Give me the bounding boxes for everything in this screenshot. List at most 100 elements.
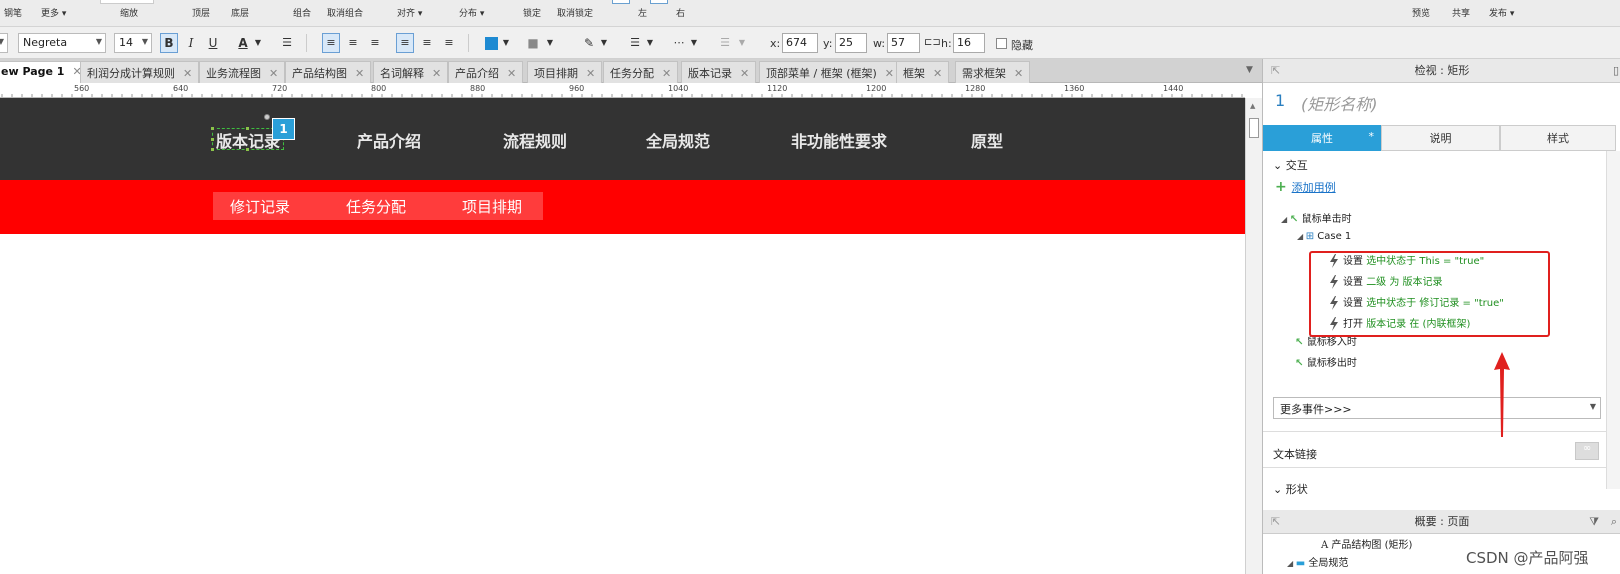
link-icon[interactable]: ∞ — [1575, 442, 1599, 460]
bring-to-front-button[interactable]: 顶层 — [192, 6, 210, 19]
sub-item-revision-log[interactable]: 修订记录 — [230, 196, 290, 217]
align-right-icon[interactable]: ≡ — [366, 33, 384, 53]
chevron-down-icon[interactable]: ▼ — [598, 33, 610, 53]
close-icon[interactable]: ✕ — [740, 67, 749, 80]
unlock-button[interactable]: 取消锁定 — [557, 6, 593, 19]
nav-item-product-intro[interactable]: 产品介绍 — [357, 128, 421, 152]
chevron-down-icon[interactable]: ▼ — [252, 33, 264, 53]
tab-style[interactable]: 样式 — [1500, 125, 1616, 151]
arrow-style-icon[interactable]: ☰ — [716, 33, 734, 53]
align-left-icon[interactable]: ≡ — [322, 33, 340, 53]
tab-properties[interactable]: 属性 * — [1263, 125, 1381, 151]
right-button[interactable]: 右 — [676, 6, 685, 19]
page-tab[interactable]: 框架 ✕ — [896, 61, 950, 83]
nav-item-prototype[interactable]: 原型 — [971, 128, 1003, 152]
style-select[interactable]: ▼ — [0, 33, 8, 53]
fill-color-button[interactable] — [482, 33, 500, 53]
more-menu-button[interactable]: 更多 ▾ — [41, 6, 66, 19]
valign-bottom-icon[interactable]: ≡ — [440, 33, 458, 53]
close-icon[interactable]: ✕ — [586, 67, 595, 80]
tab-overflow-chevron-icon[interactable]: ▼ — [1246, 65, 1253, 75]
zoom-box[interactable] — [100, 0, 154, 4]
more-events-select[interactable]: 更多事件>>> ▼ — [1273, 397, 1601, 419]
collapse-icon[interactable]: ⇱ — [1271, 510, 1280, 534]
preview-button[interactable]: 预览 — [1412, 6, 1430, 19]
scroll-up-icon[interactable]: ▲ — [1250, 102, 1255, 110]
align-center-icon[interactable]: ≡ — [344, 33, 362, 53]
chevron-down-icon[interactable]: ▼ — [500, 33, 512, 53]
rotate-handle[interactable] — [264, 114, 270, 120]
close-icon[interactable]: ✕ — [355, 67, 364, 80]
right-icon-box[interactable] — [650, 0, 668, 4]
search-icon[interactable]: ⌕ — [1611, 510, 1617, 534]
ungroup-button[interactable]: 取消组合 — [327, 6, 363, 19]
page-icon[interactable]: ▯ — [1613, 59, 1619, 83]
design-canvas[interactable]: 版本记录 1 产品介绍 流程规则 全局规范 非功能性要求 原型 修订记录 任务分… — [0, 98, 1245, 574]
nav-item-process-rules[interactable]: 流程规则 — [503, 128, 567, 152]
zoom-label[interactable]: 缩放 — [120, 6, 138, 19]
line-width-icon[interactable]: ☰ — [626, 33, 644, 53]
valign-top-icon[interactable]: ≡ — [396, 33, 414, 53]
resize-handle[interactable] — [245, 147, 250, 152]
bullet-list-icon[interactable]: ☰ — [278, 33, 296, 53]
filter-icon[interactable]: ⧩ — [1589, 510, 1599, 534]
chevron-down-icon[interactable]: ▼ — [544, 33, 556, 53]
y-input[interactable]: 25 — [835, 33, 867, 53]
sub-item-task-assign[interactable]: 任务分配 — [346, 196, 406, 217]
chevron-down-icon[interactable]: ▼ — [736, 33, 748, 53]
font-family-select[interactable]: Negreta ▼ — [18, 33, 106, 53]
shape-section-toggle[interactable]: ⌄ 形状 — [1273, 481, 1308, 497]
publish-menu-button[interactable]: 发布 ▾ — [1489, 6, 1514, 19]
page-tab[interactable]: ew Page 1 ✕ — [0, 61, 89, 83]
tab-notes[interactable]: 说明 — [1381, 125, 1500, 151]
group-button[interactable]: 组合 — [293, 6, 311, 19]
scrollbar-thumb[interactable] — [1249, 118, 1259, 138]
page-tab[interactable]: 名词解释 ✕ — [373, 61, 449, 83]
font-color-button[interactable]: A — [234, 33, 252, 53]
add-case-link[interactable]: + 添加用例 — [1275, 179, 1336, 195]
shape-name-input[interactable]: (矩形名称) — [1301, 91, 1378, 115]
event-mouseleave[interactable]: ↖ 鼠标移出时 — [1295, 354, 1357, 369]
left-button[interactable]: 左 — [638, 6, 647, 19]
distribute-menu-button[interactable]: 分布 ▾ — [459, 6, 484, 19]
valign-middle-icon[interactable]: ≡ — [418, 33, 436, 53]
resize-handle[interactable] — [210, 126, 215, 131]
close-icon[interactable]: ✕ — [507, 67, 516, 80]
x-input[interactable]: 674 — [782, 33, 818, 53]
share-button[interactable]: 共享 — [1452, 6, 1470, 19]
canvas-vertical-scrollbar[interactable]: ▲ — [1245, 98, 1262, 574]
page-tab[interactable]: 版本记录 ✕ — [681, 61, 757, 83]
close-icon[interactable]: ✕ — [933, 67, 942, 80]
line-color-icon[interactable]: ✎ — [580, 33, 598, 53]
interaction-section-toggle[interactable]: ⌄ 交互 — [1273, 157, 1308, 173]
page-tab[interactable]: 产品结构图 ✕ — [285, 61, 372, 83]
page-tab[interactable]: 项目排期 ✕ — [527, 61, 603, 83]
nav-item-global-spec[interactable]: 全局规范 — [646, 128, 710, 152]
h-input[interactable]: 16 — [953, 33, 985, 53]
close-icon[interactable]: ✕ — [183, 67, 192, 80]
lock-ratio-icon[interactable]: ⊏⊐ — [924, 37, 941, 48]
page-tab[interactable]: 业务流程图 ✕ — [199, 61, 286, 83]
page-tab[interactable]: 任务分配 ✕ — [603, 61, 679, 83]
send-to-back-button[interactable]: 底层 — [231, 6, 249, 19]
page-tab[interactable]: 产品介绍 ✕ — [448, 61, 524, 83]
w-input[interactable]: 57 — [887, 33, 920, 53]
resize-handle[interactable] — [210, 137, 215, 142]
close-icon[interactable]: ✕ — [1014, 67, 1023, 80]
overview-item-structure[interactable]: A 产品结构图 (矩形) — [1321, 536, 1412, 551]
font-size-select[interactable]: 14 ▼ — [114, 33, 152, 53]
inspector-scrollbar[interactable] — [1606, 151, 1620, 489]
align-menu-button[interactable]: 对齐 ▾ — [397, 6, 422, 19]
shadow-icon[interactable]: ■ — [524, 33, 542, 53]
bold-button[interactable]: B — [160, 33, 178, 53]
italic-button[interactable]: I — [182, 33, 200, 53]
line-style-icon[interactable]: ⋯ — [670, 33, 688, 53]
lock-button[interactable]: 锁定 — [523, 6, 541, 19]
sub-item-schedule[interactable]: 项目排期 — [462, 196, 522, 217]
hide-checkbox[interactable] — [996, 38, 1007, 49]
chevron-down-icon[interactable]: ▼ — [644, 33, 656, 53]
resize-handle[interactable] — [245, 126, 250, 131]
page-tab[interactable]: 利润分成计算规则 ✕ — [80, 61, 200, 83]
case-1[interactable]: ◢ ⊞ Case 1 — [1297, 231, 1351, 242]
close-icon[interactable]: ✕ — [432, 67, 441, 80]
